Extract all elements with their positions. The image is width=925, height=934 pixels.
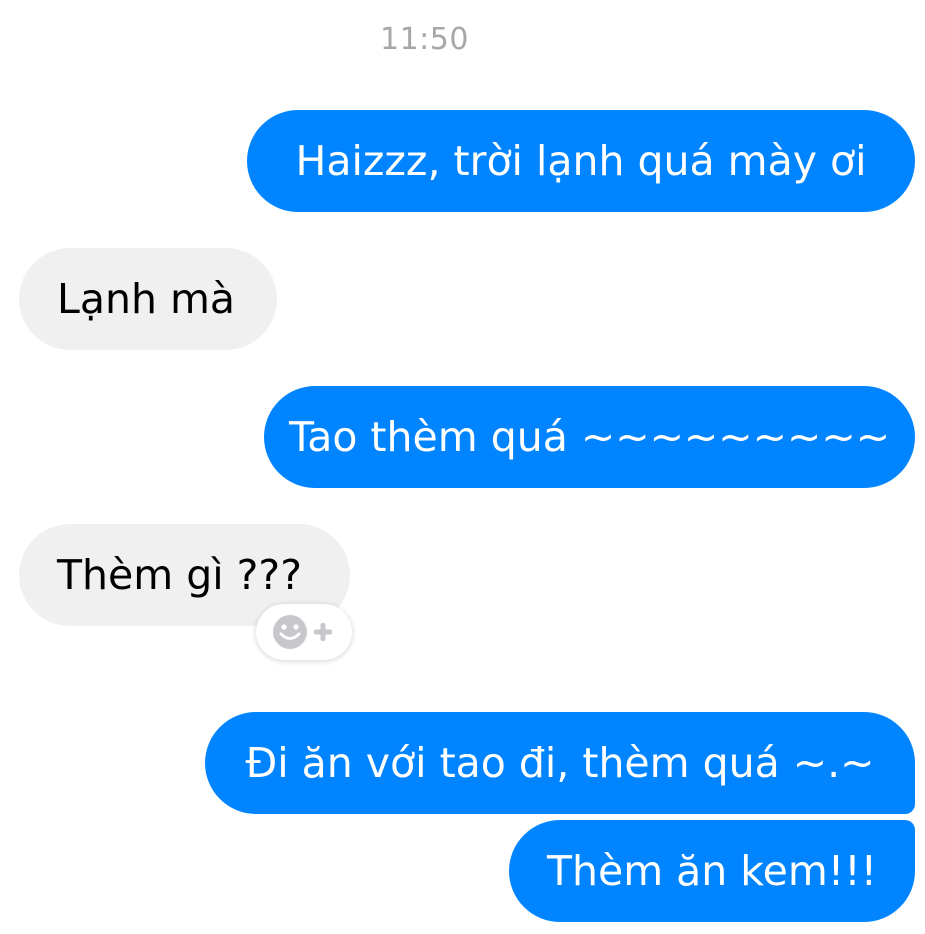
add-reaction-button[interactable]	[256, 604, 352, 660]
smiley-plus-icon	[273, 615, 332, 649]
outgoing-message-bubble[interactable]: Tao thèm quá ~~~~~~~~~	[264, 386, 915, 488]
outgoing-message-bubble[interactable]: Thèm ăn kem!!!	[509, 820, 915, 922]
outgoing-message-bubble[interactable]: Haizzz, trời lạnh quá mày ơi	[247, 110, 915, 212]
outgoing-message-bubble[interactable]: Đi ăn với tao đi, thèm quá ~.~	[205, 712, 915, 814]
chat-thread: 11:50 Haizzz, trời lạnh quá mày ơi Lạnh …	[0, 0, 925, 934]
incoming-message-bubble[interactable]: Lạnh mà	[19, 248, 277, 350]
timestamp: 11:50	[380, 22, 469, 57]
